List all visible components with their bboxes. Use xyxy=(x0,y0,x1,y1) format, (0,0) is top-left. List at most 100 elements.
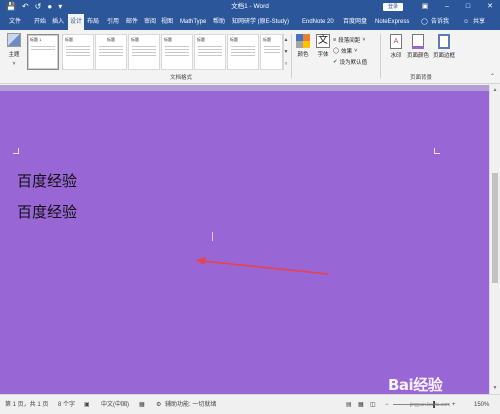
watermark-button[interactable]: A 水印 xyxy=(385,34,407,59)
quick-access-toolbar: 💾 ↶ ↺ ● ▾ xyxy=(0,0,62,14)
style-thumb-title: 标题 xyxy=(65,37,73,42)
style-thumb[interactable]: 标题 xyxy=(161,34,193,70)
tab-baidu-pan[interactable]: 百度网盘 xyxy=(343,14,367,30)
title-bar: 💾 ↶ ↺ ● ▾ 文档1 - Word 登录 ▣ – □ ✕ xyxy=(0,0,500,14)
proofing-icon[interactable]: ▣ xyxy=(84,395,90,414)
scrollbar-thumb[interactable] xyxy=(492,173,498,283)
tab-review[interactable]: 审阅 xyxy=(144,14,156,30)
chevron-down-icon: ˅ xyxy=(362,37,366,43)
gallery-more-icon[interactable]: ▿ xyxy=(283,58,289,70)
close-button[interactable]: ✕ xyxy=(483,0,497,14)
zoom-out-icon[interactable]: − xyxy=(385,395,389,414)
colors-button[interactable]: 颜色 xyxy=(292,34,314,58)
tab-help[interactable]: 帮助 xyxy=(213,14,225,30)
vertical-scrollbar[interactable]: ▲ ▼ xyxy=(489,85,500,394)
baidu-jingyan-watermark: Bai经验 xyxy=(388,376,443,394)
style-thumb[interactable]: 标题 xyxy=(128,34,160,70)
style-thumb[interactable]: 标题 xyxy=(260,34,284,70)
minimize-button[interactable]: – xyxy=(440,0,454,14)
set-as-default-label: 设为默认值 xyxy=(339,60,368,66)
page-borders-label: 页面边框 xyxy=(433,53,456,59)
macro-icon[interactable]: ▦ xyxy=(139,395,145,414)
colors-label: 颜色 xyxy=(297,52,309,58)
accessibility-icon: ⚙ xyxy=(156,402,162,408)
tab-view[interactable]: 视图 xyxy=(161,14,173,30)
style-thumb[interactable]: 标题 xyxy=(194,34,226,70)
tab-layout[interactable]: 布局 xyxy=(87,14,99,30)
effects-button[interactable]: ◯ 效果 ˅ xyxy=(333,47,357,55)
page-borders-button[interactable]: 页面边框 xyxy=(433,34,455,59)
zoom-level[interactable]: 150% xyxy=(474,395,489,414)
document-area: 百度经验 百度经验 xyxy=(0,85,489,394)
style-thumb-title: 标题 xyxy=(230,37,238,42)
themes-button[interactable]: 主题 ˅ xyxy=(4,33,24,69)
style-thumb[interactable]: 标题 xyxy=(227,34,259,70)
language-indicator[interactable]: 中文(中国) xyxy=(101,395,129,414)
tab-estudy[interactable]: 知网研学 (原E-Study) xyxy=(232,14,289,30)
gallery-scroll[interactable]: ▲ ▼ ▿ xyxy=(282,34,289,70)
gallery-up-icon[interactable]: ▲ xyxy=(283,34,289,46)
chevron-down-icon: ˅ xyxy=(12,61,16,67)
tab-mathtype[interactable]: MathType xyxy=(180,14,206,30)
web-layout-icon[interactable]: ◫ xyxy=(370,395,376,414)
effects-label: 效果 xyxy=(341,49,353,55)
tab-file[interactable]: 文件 xyxy=(9,14,21,30)
save-icon[interactable]: 💾 xyxy=(6,0,16,14)
ribbon-tab-bar: 文件 开始 插入 设计 布局 引用 邮件 审阅 视图 MathType 帮助 知… xyxy=(0,14,500,30)
themes-icon xyxy=(7,33,21,47)
ribbon-display-options-icon[interactable]: ▣ xyxy=(418,0,432,14)
read-mode-icon[interactable]: ▤ xyxy=(346,395,352,414)
scroll-up-icon[interactable]: ▲ xyxy=(490,87,500,93)
maximize-button[interactable]: □ xyxy=(461,0,475,14)
page-color-button[interactable]: 页面颜色 xyxy=(407,34,429,59)
document-text-line[interactable]: 百度经验 xyxy=(17,201,77,222)
tab-noteexpress[interactable]: NoteExpress xyxy=(375,14,409,30)
text-cursor xyxy=(212,232,213,241)
print-layout-icon[interactable]: ▦ xyxy=(358,395,364,414)
page-borders-icon xyxy=(438,34,450,49)
touch-mode-icon[interactable]: ● xyxy=(47,0,52,14)
page-background-group-label: 页面背景 xyxy=(410,75,433,81)
tab-design[interactable]: 设计 xyxy=(68,14,85,30)
undo-icon[interactable]: ↶ xyxy=(22,0,29,14)
page-color-label: 页面颜色 xyxy=(407,53,430,59)
document-page[interactable]: 百度经验 百度经验 xyxy=(0,91,489,394)
style-thumb[interactable]: 标题 xyxy=(95,34,127,70)
share-button[interactable]: 共享 xyxy=(473,14,485,30)
style-thumb-title: 标题 xyxy=(107,37,115,42)
paragraph-spacing-button[interactable]: ≡ 段落间距 ˅ xyxy=(333,36,365,44)
style-thumb[interactable]: 标题 1 xyxy=(27,34,59,70)
customize-qat-icon[interactable]: ▾ xyxy=(58,0,62,14)
design-ribbon: 主题 ˅ 标题 1 标题 标题 标题 标题 标题 标题 标题 ▲ ▼ ▿ 文档格… xyxy=(0,30,500,84)
watermark-label: 水印 xyxy=(390,53,402,59)
fonts-button[interactable]: 文 字体 xyxy=(312,34,334,58)
style-thumb[interactable]: 标题 xyxy=(62,34,94,70)
tell-me-box[interactable]: 告诉我 xyxy=(431,14,449,30)
watermark-icon: A xyxy=(390,34,402,49)
tab-mailings[interactable]: 邮件 xyxy=(126,14,138,30)
scroll-down-icon[interactable]: ▼ xyxy=(490,385,500,391)
set-as-default-button[interactable]: ✔ 设为默认值 xyxy=(333,58,367,66)
document-style-gallery: 标题 1 标题 标题 标题 标题 标题 标题 标题 xyxy=(27,34,285,72)
redo-icon[interactable]: ↺ xyxy=(35,0,42,14)
tab-insert[interactable]: 插入 xyxy=(52,14,64,30)
accessibility-status[interactable]: 辅助功能: 一切就绪 xyxy=(165,395,216,414)
crop-mark xyxy=(13,148,19,154)
zoom-in-icon[interactable]: + xyxy=(452,395,456,414)
login-button[interactable]: 登录 xyxy=(383,3,403,11)
fonts-icon: 文 xyxy=(316,34,330,48)
tab-references[interactable]: 引用 xyxy=(107,14,119,30)
chevron-down-icon: ˅ xyxy=(354,48,358,54)
lightbulb-icon: ◯ xyxy=(421,19,428,25)
document-text-line[interactable]: 百度经验 xyxy=(17,170,77,191)
gallery-down-icon[interactable]: ▼ xyxy=(283,46,289,58)
style-thumb-title: 标题 1 xyxy=(30,37,42,42)
tab-home[interactable]: 开始 xyxy=(34,14,46,30)
checkmark-icon: ✔ xyxy=(333,59,338,65)
collapse-ribbon-icon[interactable]: ⌃ xyxy=(490,73,495,80)
tab-endnote[interactable]: EndNote 20 xyxy=(302,14,334,30)
page-count[interactable]: 第 1 页，共 1 页 xyxy=(5,395,48,414)
crop-mark xyxy=(434,148,440,154)
colors-icon xyxy=(296,34,310,48)
word-count[interactable]: 8 个字 xyxy=(58,395,75,414)
